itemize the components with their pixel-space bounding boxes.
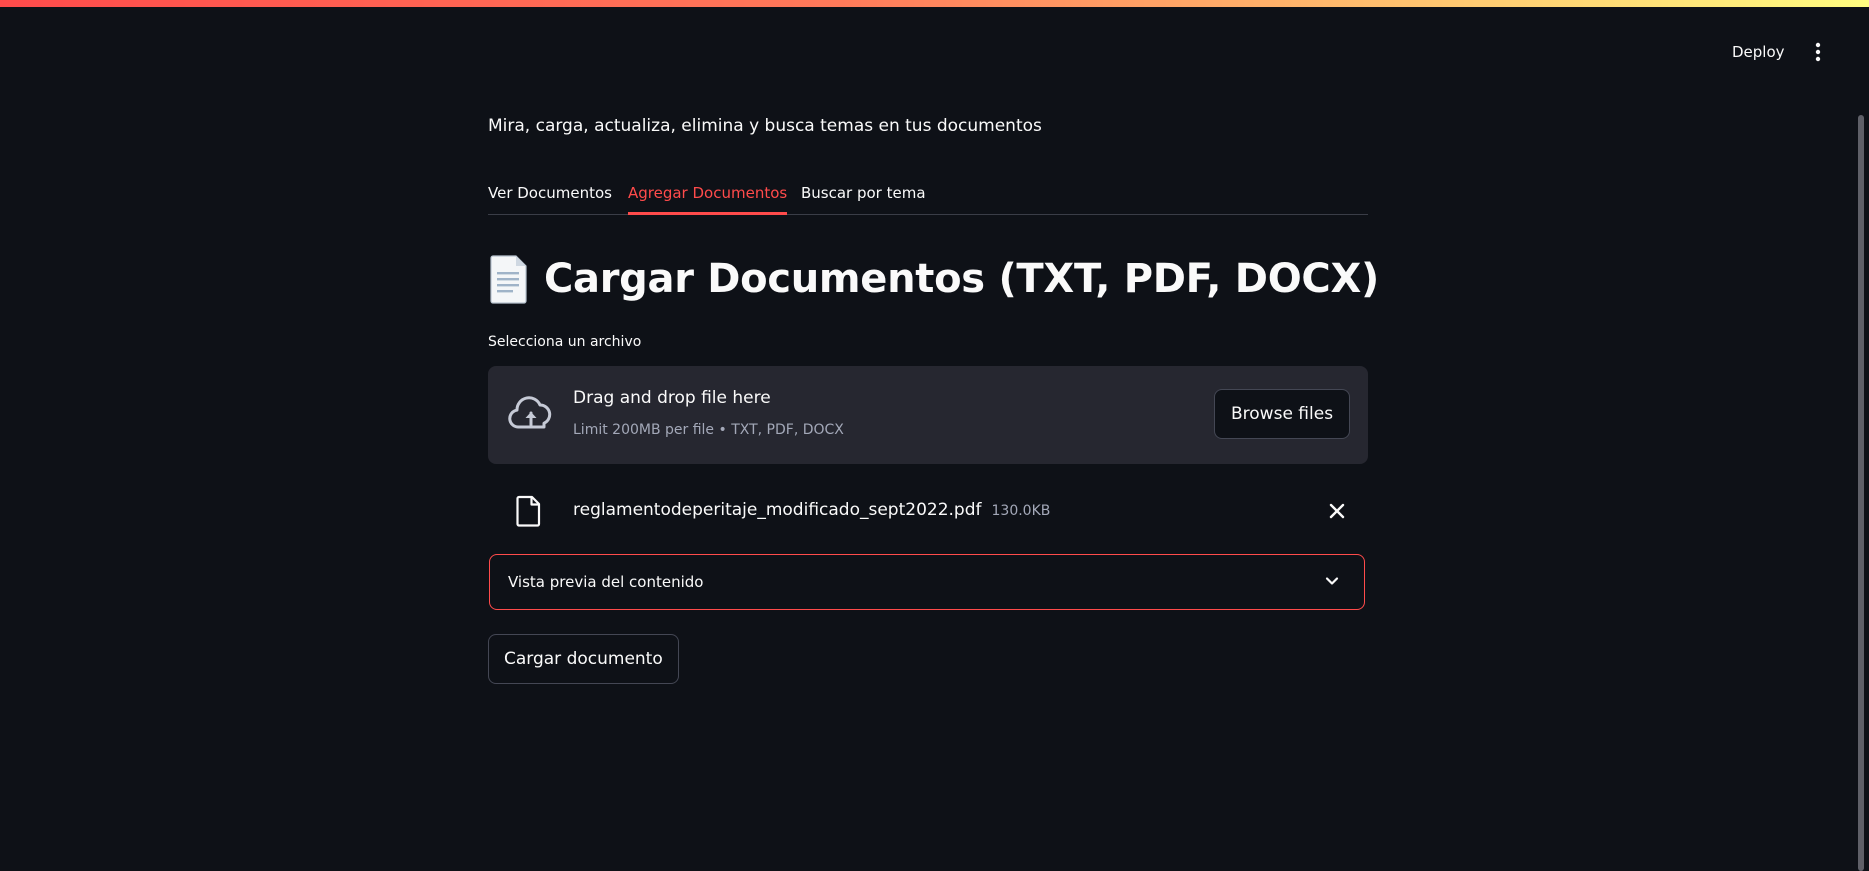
- page-title: Cargar Documentos (TXT, PDF, DOCX): [488, 254, 1379, 304]
- tab-ver-documentos[interactable]: Ver Documentos: [488, 172, 612, 214]
- page-title-text: Cargar Documentos (TXT, PDF, DOCX): [544, 256, 1379, 302]
- dropzone-limit-text: Limit 200MB per file • TXT, PDF, DOCX: [573, 422, 844, 438]
- uploaded-file-name: reglamentodeperitaje_modificado_sept2022…: [573, 500, 1050, 520]
- expander-label: Vista previa del contenido: [508, 573, 704, 591]
- tab-agregar-documentos-label: Agregar Documentos: [628, 184, 788, 202]
- close-icon[interactable]: [1324, 498, 1350, 524]
- uploaded-file-size: 130.0KB: [991, 503, 1051, 519]
- page-subtitle: Mira, carga, actualiza, elimina y busca …: [488, 116, 1042, 136]
- kebab-menu-icon: [1815, 42, 1821, 62]
- chevron-down-icon: [1325, 577, 1339, 585]
- tab-agregar-documentos[interactable]: Agregar Documentos: [628, 172, 788, 215]
- uploaded-file-item: reglamentodeperitaje_modificado_sept2022…: [488, 482, 1368, 542]
- deploy-button[interactable]: Deploy: [1718, 38, 1799, 66]
- content-preview-expander[interactable]: Vista previa del contenido: [489, 554, 1365, 610]
- dropzone-title: Drag and drop file here: [573, 388, 771, 408]
- file-icon: [516, 495, 541, 527]
- vertical-scrollbar[interactable]: [1858, 115, 1864, 871]
- main-menu-button[interactable]: [1806, 37, 1830, 67]
- active-tab-indicator: [628, 212, 788, 215]
- tab-buscar-por-tema[interactable]: Buscar por tema: [801, 172, 926, 214]
- page-facing-up-icon: [490, 255, 527, 304]
- browse-files-button[interactable]: Browse files: [1214, 389, 1351, 439]
- cloud-upload-icon: [508, 396, 552, 429]
- tab-bar: Ver Documentos Agregar Documentos Buscar…: [488, 172, 1368, 215]
- file-uploader-label: Selecciona un archivo: [488, 334, 642, 350]
- app-header: Deploy: [0, 0, 1869, 100]
- uploaded-file-name-text: reglamentodeperitaje_modificado_sept2022…: [573, 500, 982, 520]
- file-dropzone[interactable]: Drag and drop file here Limit 200MB per …: [488, 366, 1368, 464]
- load-document-button[interactable]: Cargar documento: [488, 634, 679, 684]
